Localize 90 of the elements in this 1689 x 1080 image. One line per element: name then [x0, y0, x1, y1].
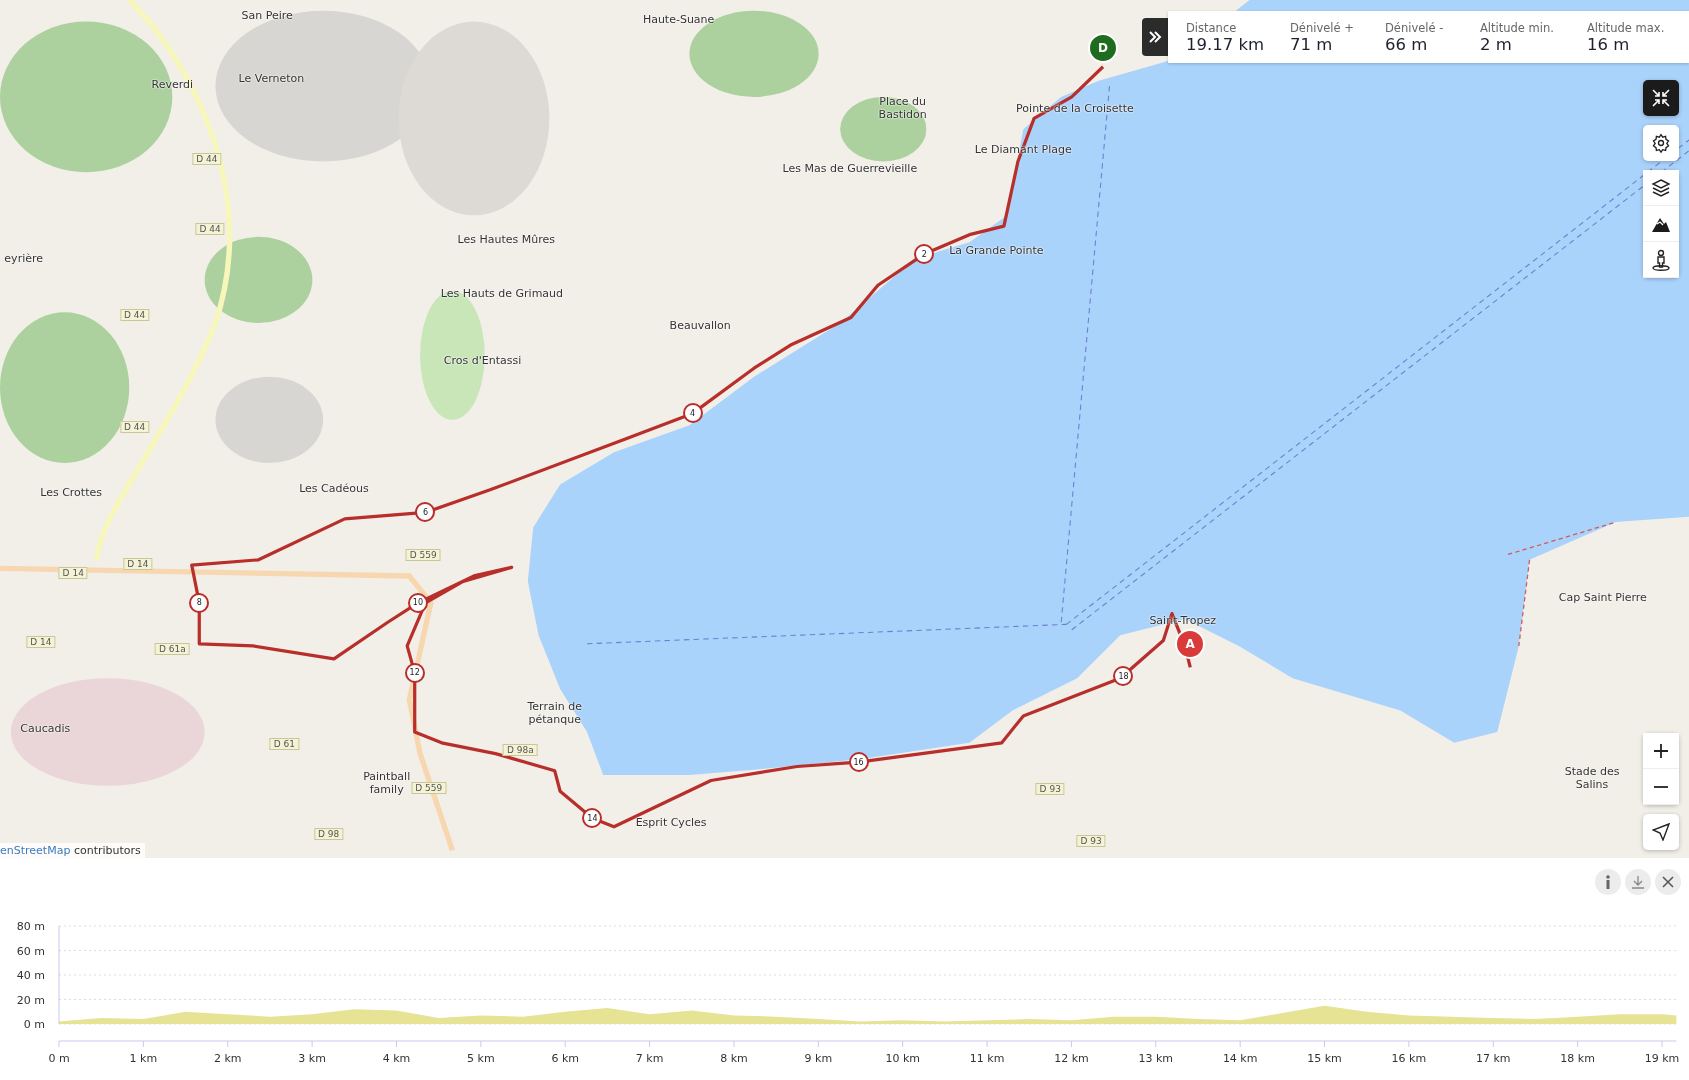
place-label: Les Hauts de Grimaud [440, 286, 564, 300]
place-label: Stade des Salins [1563, 765, 1621, 792]
x-axis-label: 2 km [213, 1052, 242, 1065]
person-icon [1651, 248, 1671, 271]
x-axis-label: 5 km [467, 1052, 495, 1065]
stat-label: Distance [1186, 20, 1238, 35]
stat-label: Dénivelé - [1385, 20, 1445, 35]
x-axis-label: 15 km [1307, 1052, 1342, 1065]
layers-icon [1651, 177, 1671, 198]
place-label: Terrain de pétanque [526, 699, 583, 726]
minus-icon [1653, 784, 1669, 789]
place-label: San Peire [241, 8, 293, 22]
place-label: Les Hautes Mûres [457, 232, 555, 246]
street-view-button[interactable] [1643, 242, 1679, 278]
x-axis-label: 7 km [635, 1052, 664, 1065]
x-axis-label: 12 km [1054, 1052, 1089, 1065]
map-attribution: enStreetMap contributors [0, 843, 145, 858]
road-label: D 98 [313, 828, 344, 841]
stat-label: Altitude max. [1587, 20, 1666, 35]
attribution-link[interactable]: enStreetMap [0, 844, 71, 857]
place-label: Haute-Suane [642, 12, 715, 26]
place-label: Cros d'Entassi [443, 353, 522, 367]
place-label: Les Cadéous [299, 481, 369, 495]
x-axis-label: 17 km [1476, 1052, 1511, 1065]
close-button[interactable] [1655, 869, 1681, 895]
settings-icon [1651, 133, 1671, 153]
road-label: D 14 [123, 558, 153, 571]
y-axis-label: 60 m [16, 944, 45, 958]
stat-label: Dénivelé + [1290, 20, 1355, 35]
y-axis-label: 20 m [16, 993, 45, 1007]
x-axis-label: 4 km [382, 1052, 411, 1065]
stat-label: Altitude min. [1480, 20, 1555, 35]
locate-button[interactable] [1643, 814, 1679, 850]
place-label: Reverdi [151, 77, 194, 91]
place-label: Le Verneton [238, 71, 305, 84]
settings-button[interactable] [1643, 125, 1679, 161]
x-axis-label: 0 m [48, 1052, 70, 1065]
road-label: D 98a [502, 744, 538, 757]
terrain-button[interactable] [1643, 206, 1679, 242]
y-axis-label: 40 m [16, 969, 45, 982]
road-label: D 559 [405, 549, 441, 562]
place-label: La Grande Pointe [949, 243, 1044, 257]
collapse-arrows-icon [1651, 88, 1671, 108]
place-label: eyrière [4, 251, 43, 265]
x-axis-label: 16 km [1391, 1052, 1427, 1065]
x-axis-label: 10 km [885, 1052, 920, 1065]
place-label: Beauvallon [669, 318, 731, 332]
double-chevron-icon [1148, 30, 1162, 44]
close-icon [1662, 876, 1674, 888]
stat-value: 19.17 km [1186, 34, 1266, 54]
collapse-button[interactable] [1643, 80, 1679, 116]
road-label: D 44 [120, 309, 150, 322]
info-icon [1605, 875, 1611, 889]
road-label: D 559 [411, 782, 447, 794]
stat-value: 2 m [1480, 34, 1513, 54]
place-label: Caucadis [20, 721, 71, 735]
x-axis-label: 8 km [720, 1052, 748, 1065]
plus-icon [1653, 742, 1669, 759]
road-label: D 44 [192, 153, 222, 166]
y-axis-label: 0 m [23, 1018, 45, 1031]
y-axis-label: 80 m [16, 920, 45, 933]
x-axis-label: 9 km [804, 1052, 833, 1065]
place-label: Pointe de la Croisette [1016, 101, 1134, 115]
place-label: Les Mas de Guerrevieille [782, 161, 918, 175]
place-label: Cap Saint Pierre [1558, 590, 1647, 604]
place-label: Les Crottes [40, 485, 102, 499]
download-icon [1631, 875, 1645, 889]
layers-button[interactable] [1643, 170, 1679, 206]
road-label: D 93 [1035, 783, 1065, 796]
info-button[interactable] [1595, 869, 1621, 895]
road-label: D 44 [195, 223, 225, 236]
stat-value: 71 m [1290, 34, 1334, 54]
place-label: Place du Bastidon [877, 94, 928, 121]
stat-value: 16 m [1587, 34, 1631, 54]
x-axis-label: 1 km [129, 1052, 158, 1065]
x-axis-label: 11 km [969, 1052, 1005, 1065]
place-label: Esprit Cycles [635, 815, 707, 829]
stat-value: 66 m [1385, 34, 1429, 54]
navigation-arrow-icon [1652, 823, 1670, 841]
x-axis-label: 6 km [551, 1052, 579, 1065]
expand-button[interactable] [1142, 18, 1168, 56]
x-axis-label: 3 km [298, 1052, 326, 1065]
road-label: D 44 [120, 421, 150, 434]
x-axis-label: 13 km [1138, 1052, 1174, 1065]
zoom-in-button[interactable] [1643, 733, 1679, 769]
zoom-out-button[interactable] [1643, 769, 1679, 805]
road-label: D 61a [154, 643, 190, 656]
x-axis-label: 19 km [1644, 1052, 1680, 1065]
x-axis-label: 14 km [1222, 1052, 1258, 1065]
x-axis-label: 18 km [1560, 1052, 1595, 1065]
